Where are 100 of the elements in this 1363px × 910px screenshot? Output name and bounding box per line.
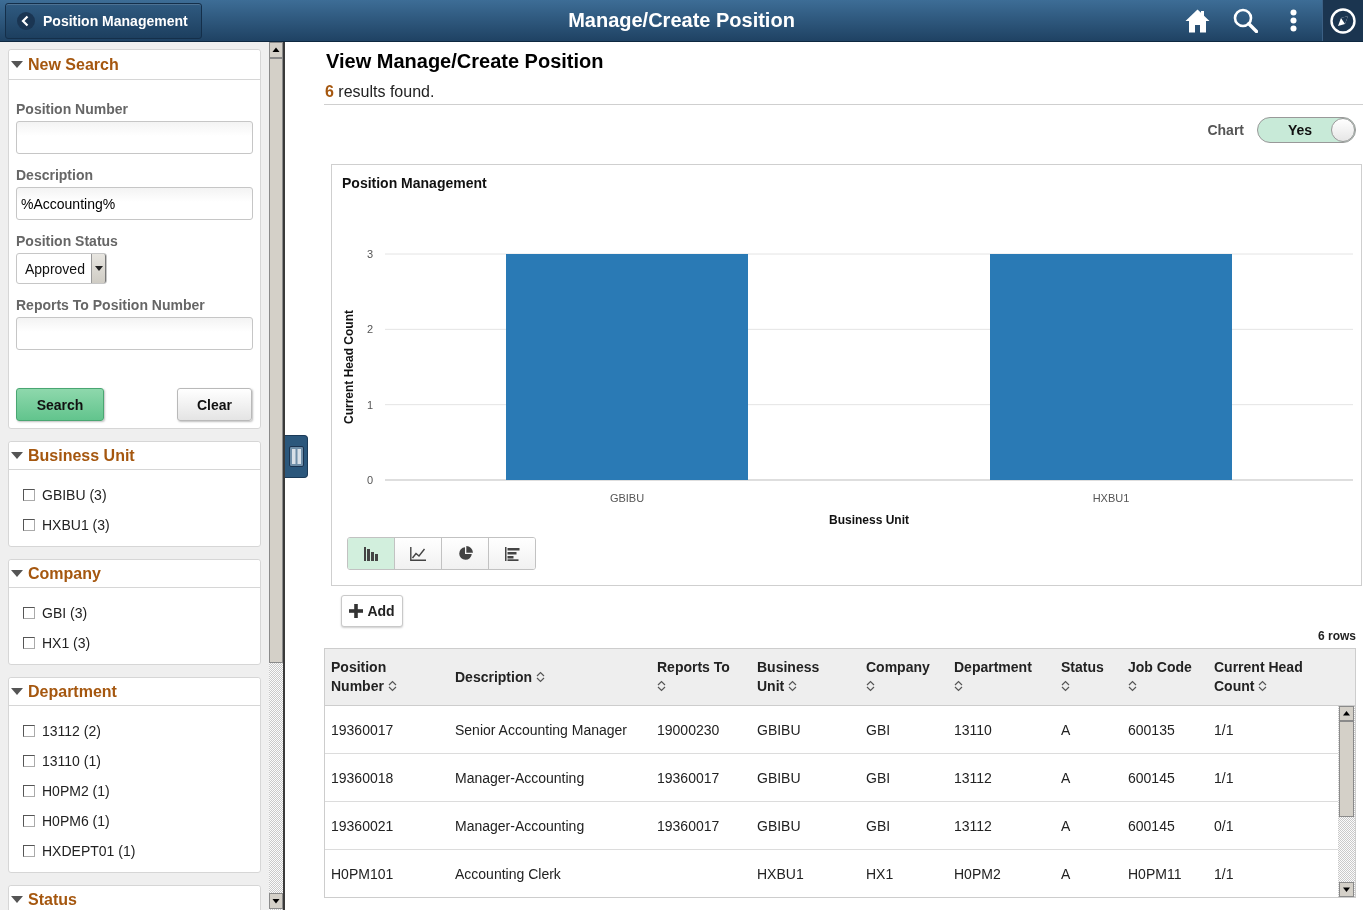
table-cell-text: 1/1 bbox=[1213, 864, 1235, 884]
sort-icon bbox=[1128, 680, 1137, 692]
tick-label: 0 bbox=[366, 474, 373, 486]
sort-icon bbox=[657, 680, 666, 692]
line-chart-icon bbox=[410, 546, 426, 561]
table-cell-text: 19360018 bbox=[330, 768, 395, 788]
checkbox[interactable] bbox=[23, 489, 35, 501]
column-header[interactable]: Reports To bbox=[651, 649, 751, 705]
table-cell-text: 1/1 bbox=[1213, 768, 1235, 788]
home-icon[interactable] bbox=[1184, 8, 1210, 33]
checkbox-label: 13112 (2) bbox=[42, 723, 101, 739]
checkbox-label: HX1 (3) bbox=[42, 635, 91, 651]
field-label: Position Status bbox=[16, 232, 119, 250]
table-cell-text: H0PM2 bbox=[953, 864, 1002, 884]
clear-button[interactable]: Clear bbox=[177, 388, 252, 421]
column-header[interactable]: Business Unit bbox=[751, 649, 860, 705]
table-cell-text: GBIBU bbox=[756, 816, 802, 836]
back-button[interactable]: Position Management bbox=[5, 2, 202, 39]
table-cell-text: 19360017 bbox=[656, 816, 721, 836]
table-cell-text: A bbox=[1060, 768, 1072, 788]
checkbox[interactable] bbox=[23, 785, 35, 797]
sort-icon bbox=[954, 680, 963, 692]
field-label: Description bbox=[16, 166, 94, 184]
section-header[interactable]: Company bbox=[9, 560, 260, 588]
table-cell-text: GBI bbox=[865, 768, 892, 788]
toggle-label: Chart bbox=[1207, 122, 1244, 138]
chart-type-button[interactable] bbox=[441, 538, 488, 569]
compass-icon[interactable] bbox=[1330, 7, 1356, 34]
table-cell-text: 13112 bbox=[953, 816, 993, 836]
table-cell-text: HXBU1 bbox=[756, 864, 805, 884]
text-field[interactable]: %Accounting% bbox=[16, 187, 253, 220]
tick-label: 2 bbox=[366, 323, 373, 336]
table-cell-text: 1/1 bbox=[1213, 720, 1235, 740]
more-menu-icon[interactable] bbox=[1289, 9, 1297, 32]
section-header[interactable]: New Search bbox=[9, 50, 260, 80]
column-header[interactable]: Department bbox=[948, 649, 1055, 705]
table-cell-text: 19360017 bbox=[656, 768, 721, 788]
table-cell-text: Manager-Accounting bbox=[454, 816, 586, 836]
results-summary: 6 results found. bbox=[325, 83, 435, 100]
table-cell-text: 0/1 bbox=[1213, 816, 1235, 836]
collapse-handle[interactable] bbox=[285, 435, 308, 478]
row-count: 6 rows bbox=[1318, 629, 1356, 643]
toggle-switch[interactable]: Yes bbox=[1257, 117, 1356, 143]
checkbox-label: HXBU1 (3) bbox=[42, 517, 110, 533]
table-cell-text: 600135 bbox=[1127, 720, 1176, 740]
search-button[interactable]: Search bbox=[16, 388, 104, 421]
table-cell-text: 19360021 bbox=[330, 816, 395, 836]
pause-icon bbox=[288, 446, 304, 467]
table-cell-text: 600145 bbox=[1127, 816, 1176, 836]
table-cell-text: 13110 bbox=[953, 720, 993, 740]
sort-icon bbox=[788, 680, 798, 692]
knob-icon bbox=[1331, 118, 1355, 142]
checkbox[interactable] bbox=[23, 519, 35, 531]
table-cell-text: H0PM101 bbox=[330, 864, 395, 884]
dropdown[interactable]: Approved bbox=[16, 253, 107, 284]
text-field[interactable] bbox=[16, 121, 253, 154]
section-header[interactable]: Business Unit bbox=[9, 442, 260, 470]
bar-chart-icon bbox=[363, 546, 379, 561]
checkbox-label: H0PM2 (1) bbox=[42, 783, 110, 799]
page-heading: View Manage/Create Position bbox=[326, 50, 605, 72]
checkbox[interactable] bbox=[23, 815, 35, 827]
checkbox-label: GBI (3) bbox=[42, 605, 88, 621]
checkbox[interactable] bbox=[23, 637, 35, 649]
table-cell-text: HX1 bbox=[865, 864, 895, 884]
text-field[interactable] bbox=[16, 317, 253, 350]
checkbox[interactable] bbox=[23, 845, 35, 857]
sort-icon bbox=[1258, 680, 1268, 692]
caret-down-icon bbox=[94, 266, 103, 271]
sort-icon bbox=[1061, 680, 1070, 692]
sort-icon bbox=[535, 670, 545, 683]
checkbox[interactable] bbox=[23, 607, 35, 619]
chart-title: Position Management bbox=[341, 174, 488, 191]
table-cell-text: GBIBU bbox=[756, 720, 802, 740]
column-header[interactable]: Description bbox=[449, 649, 651, 705]
checkbox[interactable] bbox=[23, 755, 35, 767]
axis-title: Current Head Count bbox=[342, 310, 356, 424]
section-header[interactable]: Department bbox=[9, 678, 260, 706]
category-label: GBIBU bbox=[609, 492, 645, 504]
add-button[interactable]: Add bbox=[341, 595, 403, 627]
checkbox-label: GBIBU (3) bbox=[42, 487, 107, 503]
vertical-scrollbar[interactable] bbox=[1338, 706, 1355, 897]
checkbox[interactable] bbox=[23, 725, 35, 737]
checkbox-label: H0PM6 (1) bbox=[42, 813, 110, 829]
column-header[interactable]: Position Number bbox=[325, 649, 449, 705]
chart-type-button[interactable] bbox=[348, 538, 394, 569]
tick-label: 1 bbox=[366, 398, 373, 411]
column-header[interactable]: Current Head Count bbox=[1208, 649, 1355, 705]
table-cell-text: GBI bbox=[865, 720, 892, 740]
table-cell-text: Manager-Accounting bbox=[454, 768, 586, 788]
table-cell-text: GBIBU bbox=[756, 768, 802, 788]
column-header[interactable]: Company bbox=[860, 649, 948, 705]
tick-label: 3 bbox=[366, 248, 373, 260]
table-cell-text: Senior Accounting Manager bbox=[454, 720, 628, 740]
column-header[interactable]: Job Code bbox=[1122, 649, 1208, 705]
table-cell-text: GBI bbox=[865, 816, 892, 836]
chart-type-button[interactable] bbox=[488, 538, 535, 569]
column-header[interactable]: Status bbox=[1055, 649, 1122, 705]
vertical-scrollbar[interactable] bbox=[269, 42, 285, 910]
chart-type-button[interactable] bbox=[394, 538, 441, 569]
search-icon[interactable] bbox=[1232, 8, 1258, 33]
